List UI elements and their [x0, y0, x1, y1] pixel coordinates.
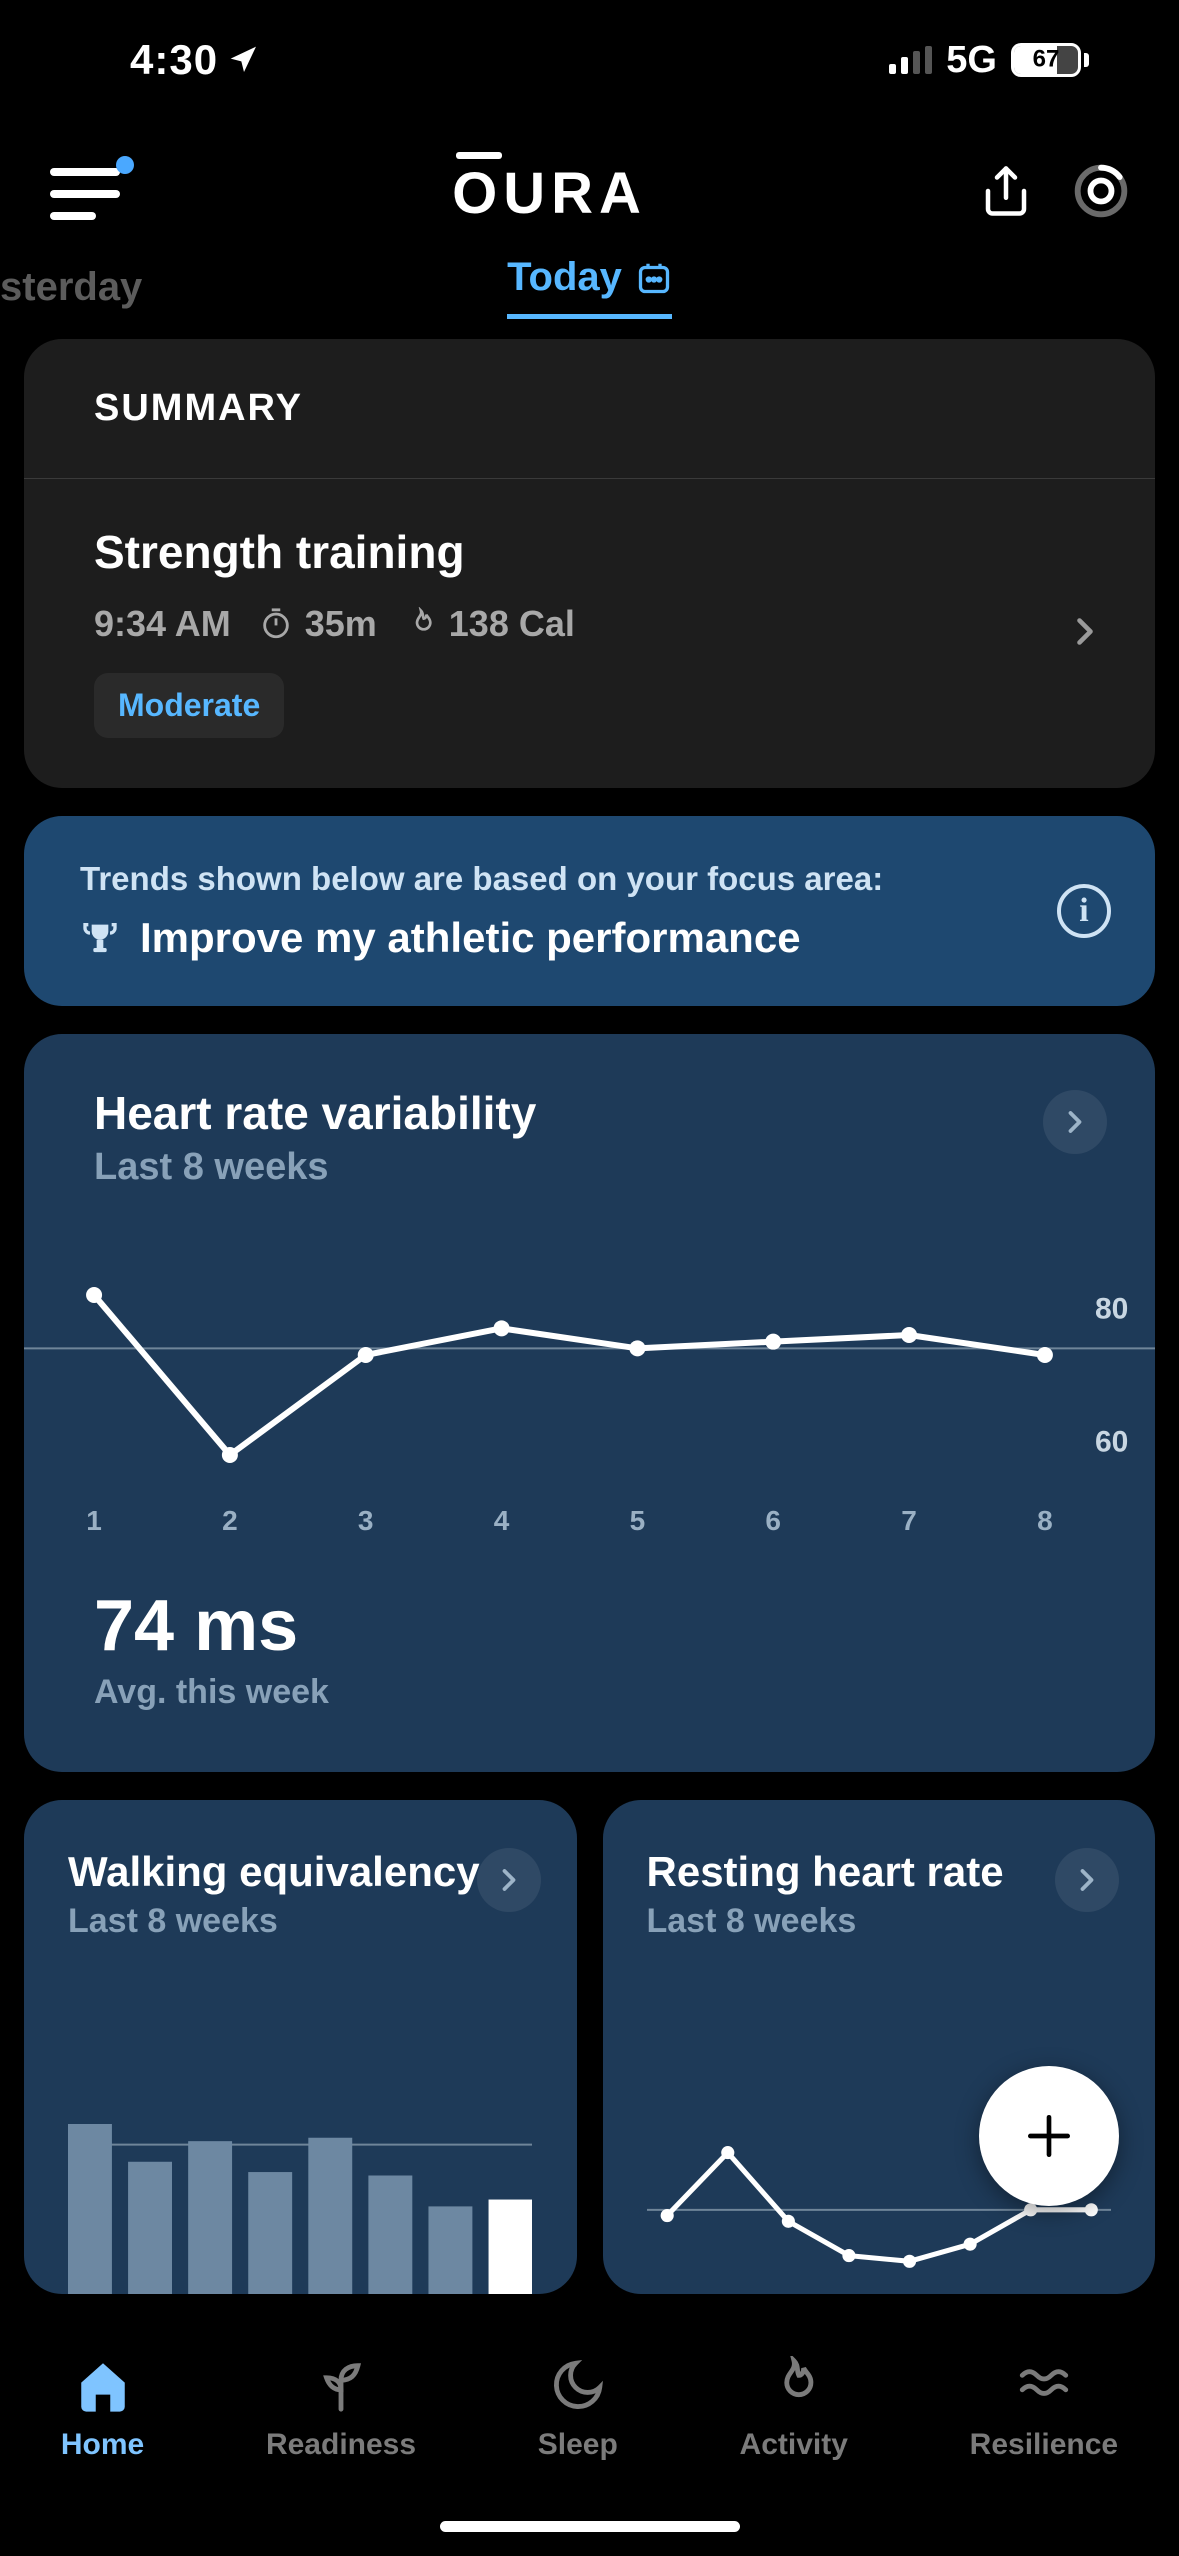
walking-chart [68, 2124, 533, 2294]
activity-meta: 9:34 AM 35m 138 Cal [94, 603, 1085, 645]
walking-card[interactable]: Walking equivalency Last 8 weeks [24, 1800, 577, 2294]
tab-activity-label: Activity [740, 2428, 848, 2462]
battery-pct: 67 [1033, 45, 1060, 73]
date-tabs: sterday Today [0, 247, 1179, 327]
tab-resilience[interactable]: Resilience [970, 2356, 1118, 2462]
resting-subtitle: Last 8 weeks [647, 1902, 1112, 1941]
cellular-signal-icon [889, 46, 932, 74]
home-icon [74, 2356, 132, 2414]
intensity-badge: Moderate [94, 673, 284, 738]
tab-readiness-label: Readiness [266, 2428, 416, 2462]
app-header: OURA [0, 120, 1179, 247]
walking-open-icon[interactable] [477, 1848, 541, 1912]
flame-tab-icon [765, 2356, 823, 2414]
brand-logo: OURA [452, 160, 647, 227]
home-indicator [440, 2521, 740, 2532]
svg-text:3: 3 [358, 1505, 374, 1536]
svg-text:6: 6 [765, 1505, 781, 1536]
svg-text:80: 80 [1095, 1292, 1128, 1325]
activity-row[interactable]: Strength training 9:34 AM 35m 138 Cal Mo… [24, 479, 1155, 788]
activity-calories: 138 Cal [449, 603, 575, 645]
tab-activity[interactable]: Activity [740, 2356, 848, 2462]
svg-text:5: 5 [630, 1505, 646, 1536]
summary-card: SUMMARY Strength training 9:34 AM 35m 13… [24, 339, 1155, 788]
stopwatch-icon [259, 607, 293, 641]
hrv-avg-value: 74 ms [94, 1585, 1085, 1667]
summary-heading: SUMMARY [24, 339, 1155, 479]
hrv-open-icon[interactable] [1043, 1090, 1107, 1154]
waves-icon [1015, 2356, 1073, 2414]
resting-open-icon[interactable] [1055, 1848, 1119, 1912]
svg-text:4: 4 [494, 1505, 510, 1536]
svg-text:2: 2 [222, 1505, 238, 1536]
walking-subtitle: Last 8 weeks [68, 1902, 533, 1941]
share-button[interactable] [979, 164, 1033, 223]
activity-time: 9:34 AM [94, 603, 231, 645]
tab-today[interactable]: Today [507, 255, 672, 319]
battery-icon: 67 [1011, 43, 1089, 77]
hrv-chart: 60 80 1 2 3 4 5 6 7 8 [24, 1245, 1155, 1545]
leaf-icon [312, 2356, 370, 2414]
resting-hr-card[interactable]: Resting heart rate Last 8 weeks [603, 1800, 1156, 2294]
focus-caption: Trends shown below are based on your foc… [80, 860, 1099, 898]
tab-home-label: Home [61, 2428, 144, 2462]
plus-icon [1021, 2108, 1077, 2164]
status-time: 4:30 [130, 36, 260, 84]
tab-bar: Home Readiness Sleep Activity Resilience [0, 2326, 1179, 2556]
moon-icon [549, 2356, 607, 2414]
focus-title: Improve my athletic performance [140, 914, 801, 962]
svg-text:7: 7 [901, 1505, 917, 1536]
calendar-icon [636, 260, 672, 296]
activity-title: Strength training [94, 525, 1085, 579]
status-time-text: 4:30 [130, 36, 218, 84]
tab-resilience-label: Resilience [970, 2428, 1118, 2462]
network-label: 5G [946, 39, 997, 82]
location-icon [228, 44, 260, 76]
tab-today-label: Today [507, 255, 622, 300]
walking-title: Walking equivalency [68, 1848, 533, 1896]
info-icon[interactable]: i [1057, 884, 1111, 938]
chevron-right-icon [1063, 609, 1107, 658]
tab-yesterday[interactable]: sterday [0, 265, 142, 310]
hrv-card[interactable]: Heart rate variability Last 8 weeks 60 80… [24, 1034, 1155, 1772]
ring-status-button[interactable] [1073, 163, 1129, 224]
tab-readiness[interactable]: Readiness [266, 2356, 416, 2462]
notification-dot-icon [116, 156, 134, 174]
trophy-icon [80, 918, 120, 958]
tab-home[interactable]: Home [61, 2356, 144, 2462]
flame-icon [405, 607, 437, 641]
status-right: 5G 67 [889, 39, 1089, 82]
resting-title: Resting heart rate [647, 1848, 1112, 1896]
activity-duration: 35m [305, 603, 377, 645]
svg-text:8: 8 [1037, 1505, 1053, 1536]
hrv-avg-label: Avg. this week [94, 1673, 1085, 1712]
focus-banner[interactable]: Trends shown below are based on your foc… [24, 816, 1155, 1006]
add-button[interactable] [979, 2066, 1119, 2206]
svg-text:60: 60 [1095, 1426, 1128, 1459]
tab-sleep-label: Sleep [538, 2428, 618, 2462]
status-bar: 4:30 5G 67 [0, 0, 1179, 120]
hrv-subtitle: Last 8 weeks [94, 1146, 1085, 1189]
hrv-title: Heart rate variability [94, 1086, 1085, 1140]
menu-button[interactable] [50, 168, 120, 220]
svg-text:1: 1 [86, 1505, 102, 1536]
tab-sleep[interactable]: Sleep [538, 2356, 618, 2462]
